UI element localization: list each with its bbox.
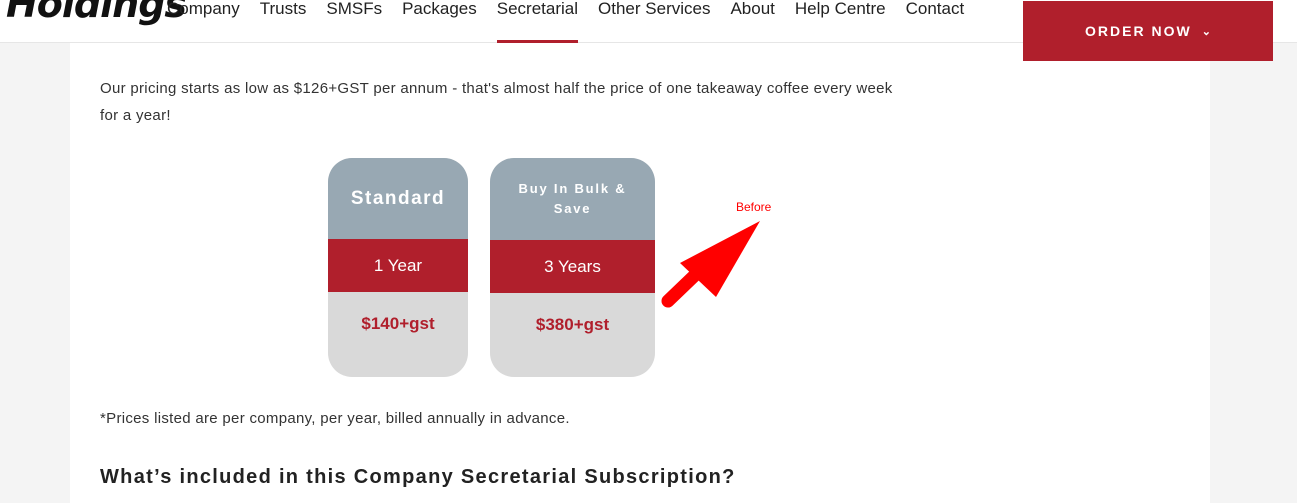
nav-item-smsfs[interactable]: SMSFs	[326, 0, 382, 42]
pricing-card-price: $380+gst	[535, 315, 610, 334]
pricing-card-term: 1 Year	[328, 239, 468, 292]
pricing-card-term: 3 Years	[490, 240, 655, 293]
pricing-footnote: *Prices listed are per company, per year…	[100, 410, 570, 427]
order-now-label: ORDER NOW	[1085, 23, 1192, 39]
nav-item-company[interactable]: Company	[167, 0, 240, 42]
pricing-card-title: Standard	[328, 158, 468, 239]
page: Holdings Company Trusts SMSFs Packages S…	[0, 0, 1297, 503]
site-logo[interactable]: Holdings	[6, 0, 187, 26]
arrow-icon	[661, 221, 760, 308]
nav-item-trusts[interactable]: Trusts	[260, 0, 307, 42]
order-now-button[interactable]: ORDER NOW ⌄	[1023, 1, 1273, 61]
nav-item-help-centre[interactable]: Help Centre	[795, 0, 886, 42]
chevron-down-icon: ⌄	[1201, 25, 1211, 38]
nav-item-packages[interactable]: Packages	[402, 0, 477, 42]
pricing-card-title: Buy In Bulk & Save	[490, 158, 655, 240]
main-nav: Company Trusts SMSFs Packages Secretaria…	[167, 0, 984, 43]
nav-item-other-services[interactable]: Other Services	[598, 0, 710, 42]
pricing-card-bulk: Buy In Bulk & Save 3 Years $380+gst	[490, 158, 655, 377]
pricing-card-standard: Standard 1 Year $140+gst	[328, 158, 468, 377]
main-content: Our pricing starts as low as $126+GST pe…	[70, 43, 1210, 503]
nav-item-contact[interactable]: Contact	[906, 0, 965, 42]
annotation-label: Before	[736, 200, 772, 214]
section-title: What’s included in this Company Secretar…	[100, 466, 736, 488]
intro-text: Our pricing starts as low as $126+GST pe…	[100, 80, 893, 124]
nav-item-about[interactable]: About	[730, 0, 774, 42]
pricing-card-price: $140+gst	[361, 314, 435, 333]
nav-item-secretarial[interactable]: Secretarial	[496, 0, 579, 43]
